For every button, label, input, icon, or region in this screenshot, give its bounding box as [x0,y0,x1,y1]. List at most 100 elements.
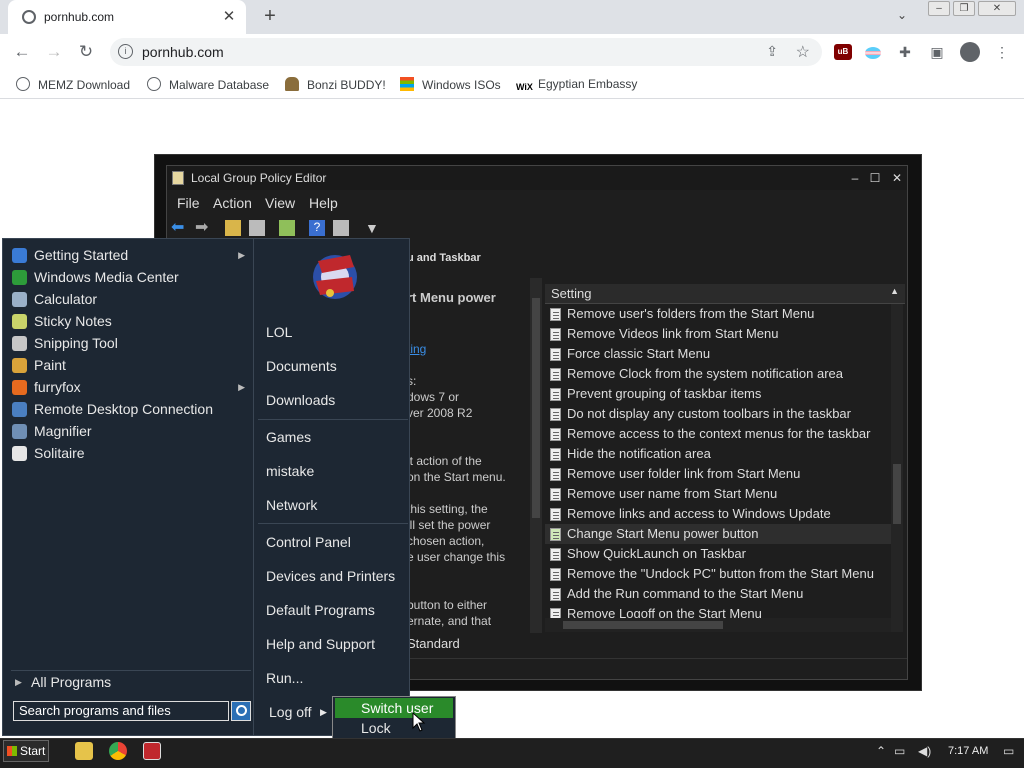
power-options-arrow-icon[interactable]: ▶ [320,701,332,723]
place-item[interactable]: LOL [266,321,406,343]
setting-row[interactable]: Show QuickLaunch on Taskbar [545,544,891,564]
program-item[interactable]: furryfox ▶ [9,376,251,398]
volume-icon[interactable]: ◀) [918,744,931,758]
bookmark-star-icon[interactable]: ☆ [796,42,810,62]
address-bar[interactable]: i pornhub.com ⇪ ☆ [110,38,822,66]
filter-icon[interactable]: ▼ [365,220,381,236]
setting-row[interactable]: Remove user name from Start Menu [545,484,891,504]
program-item[interactable]: Paint [9,354,251,376]
setting-row[interactable]: Add the Run command to the Start Menu [545,584,891,604]
scroll-thumb[interactable] [893,464,901,524]
close-window-button[interactable]: ✕ [978,1,1016,16]
switch-user-item[interactable]: Switch user [335,698,453,718]
settings-horizontal-scrollbar[interactable] [545,618,891,632]
profile-avatar[interactable] [960,42,980,62]
setting-row[interactable]: Remove access to the context menus for t… [545,424,891,444]
site-info-icon[interactable]: i [118,44,133,59]
gpe-maximize-button[interactable]: ☐ [867,170,883,186]
reload-button[interactable]: ↻ [76,42,96,62]
back-arrow-icon[interactable]: ⬅ [171,220,187,236]
place-item[interactable]: Downloads [266,389,406,411]
export-list-icon[interactable] [279,220,295,236]
place-item[interactable]: Help and Support [266,633,406,655]
place-item[interactable]: Devices and Printers [266,565,406,587]
extensions-puzzle-icon[interactable]: ✚ [896,44,914,61]
settings-scrollbar[interactable] [891,304,903,632]
side-panel-icon[interactable]: ▣ [928,44,946,61]
bookmark-malware-database[interactable]: Malware Database [147,77,269,92]
program-item[interactable]: Remote Desktop Connection [9,398,251,420]
setting-row[interactable]: Remove user's folders from the Start Men… [545,304,891,324]
minimize-window-button[interactable]: – [928,1,950,16]
setting-row[interactable]: Change Start Menu power button [545,524,891,544]
user-avatar[interactable] [310,247,360,303]
place-item[interactable]: Default Programs [266,599,406,621]
all-programs-button[interactable]: ▶ All Programs [11,670,251,692]
menu-file[interactable]: File [177,195,200,211]
share-icon[interactable]: ⇪ [766,43,778,60]
setting-row[interactable]: Remove user folder link from Start Menu [545,464,891,484]
show-desktop-icon[interactable]: ▭ [1003,744,1014,758]
bookmark-memz[interactable]: MEMZ Download [16,77,130,92]
start-button[interactable]: Start [3,740,49,762]
scroll-thumb[interactable] [532,298,540,518]
explorer-icon[interactable] [75,742,93,760]
place-item[interactable]: Documents [266,355,406,377]
extension-flag-icon[interactable] [865,47,881,59]
bookmark-bonzi-buddy[interactable]: Bonzi BUDDY! [285,77,386,92]
place-item[interactable]: mistake [266,460,406,482]
gpe-title-bar[interactable]: Local Group Policy Editor – ☐ ✕ [167,166,907,190]
gpe-minimize-button[interactable]: – [847,170,863,186]
help-icon[interactable]: ? [309,220,325,236]
program-item[interactable]: Getting Started ▶ [9,244,251,266]
policy-editor-taskbar-icon[interactable] [143,742,161,760]
menu-action[interactable]: Action [213,195,252,211]
folder-up-icon[interactable] [225,220,241,236]
restore-window-button[interactable]: ❐ [953,1,975,16]
scroll-thumb[interactable] [563,621,723,629]
setting-row[interactable]: Hide the notification area [545,444,891,464]
setting-row[interactable]: Remove links and access to Windows Updat… [545,504,891,524]
forward-button[interactable]: → [44,42,64,62]
back-button[interactable]: ← [12,42,32,62]
program-item[interactable]: Solitaire [9,442,251,464]
setting-row[interactable]: Force classic Start Menu [545,344,891,364]
program-item[interactable]: Magnifier [9,420,251,442]
show-hide-tree-icon[interactable] [249,220,265,236]
clock[interactable]: 7:17 AM [948,745,988,757]
menu-help[interactable]: Help [309,195,338,211]
setting-row[interactable]: Remove Videos link from Start Menu [545,324,891,344]
chrome-icon[interactable] [109,742,127,760]
description-scrollbar[interactable] [530,278,542,633]
menu-view[interactable]: View [265,195,295,211]
lock-item[interactable]: Lock [335,718,453,738]
browser-menu-icon[interactable]: ⋮ [993,44,1011,61]
start-search-input[interactable]: Search programs and files [13,701,229,721]
properties-icon[interactable] [333,220,349,236]
gpe-close-button[interactable]: ✕ [889,170,905,186]
tray-overflow-icon[interactable]: ⌃ [876,744,886,758]
bookmark-windows-isos[interactable]: Windows ISOs [400,77,501,92]
setting-row[interactable]: Remove the "Undock PC" button from the S… [545,564,891,584]
program-item[interactable]: Calculator [9,288,251,310]
place-item[interactable]: Games [266,426,406,448]
browser-tab[interactable]: pornhub.com ✕ [8,0,246,34]
place-item[interactable]: Run... [266,667,406,689]
setting-row[interactable]: Remove Clock from the system notificatio… [545,364,891,384]
place-item[interactable]: Network [266,494,406,516]
program-item[interactable]: Sticky Notes [9,310,251,332]
new-tab-button[interactable]: + [260,5,280,28]
setting-column-header[interactable]: Setting ▲ [545,284,905,304]
ublock-extension-icon[interactable]: uB [834,44,852,60]
setting-row[interactable]: Prevent grouping of taskbar items [545,384,891,404]
program-item[interactable]: Snipping Tool [9,332,251,354]
bookmark-egyptian-embassy[interactable]: WiX Egyptian Embassy [516,77,637,96]
setting-row[interactable]: Do not display any custom toolbars in th… [545,404,891,424]
program-item[interactable]: Windows Media Center [9,266,251,288]
close-tab-icon[interactable]: ✕ [220,7,238,25]
forward-arrow-icon[interactable]: ➡ [195,220,211,236]
place-item[interactable]: Control Panel [266,531,406,553]
search-icon[interactable] [231,701,251,721]
network-icon[interactable]: ▭ [894,744,905,758]
chevron-down-icon[interactable]: ⌄ [897,8,907,22]
